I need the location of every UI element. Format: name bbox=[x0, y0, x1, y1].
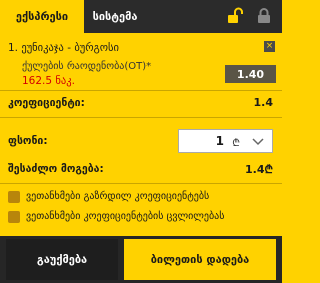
possible-win-value: 1.4₾ bbox=[245, 163, 273, 176]
stake-value[interactable]: 1 bbox=[216, 134, 224, 148]
chevron-down-icon[interactable] bbox=[252, 136, 264, 146]
lock-icon[interactable] bbox=[255, 7, 273, 25]
divider bbox=[0, 90, 282, 91]
currency-symbol: ₾ bbox=[232, 138, 240, 149]
close-icon[interactable]: × bbox=[264, 41, 275, 52]
stake-label: ფსონი: bbox=[8, 135, 48, 147]
betslip-header: ექსპრესი სისტემა bbox=[0, 0, 282, 33]
bet-selection: 1. ეუნიკაჯა - ბურგოსი ქულების რაოდენობა(… bbox=[0, 33, 282, 89]
selection-odds: 1.40 bbox=[225, 65, 276, 83]
market-name: ქულების რაოდენობა(OT)* bbox=[22, 61, 152, 72]
tab-express[interactable]: ექსპრესი bbox=[0, 0, 84, 33]
accept-higher-odds-checkbox[interactable] bbox=[8, 191, 20, 203]
unlock-icon[interactable] bbox=[226, 7, 244, 25]
accept-odds-changes-checkbox[interactable] bbox=[8, 211, 20, 223]
accept-odds-changes-label: ვეთანხმები კოეფიციენტების ცვლილებას bbox=[26, 211, 225, 222]
coefficient-value: 1.4 bbox=[253, 96, 274, 109]
divider bbox=[0, 117, 282, 118]
event-title: 1. ეუნიკაჯა - ბურგოსი bbox=[8, 42, 119, 54]
divider bbox=[0, 183, 282, 184]
tab-system[interactable]: სისტემა bbox=[84, 0, 146, 33]
cancel-button[interactable]: გაუქმება bbox=[6, 239, 118, 280]
place-bet-button[interactable]: ბილეთის დადება bbox=[124, 239, 276, 280]
stake-input[interactable]: 1 ₾ bbox=[178, 129, 273, 153]
possible-win-label: შესაძლო მოგება: bbox=[8, 163, 104, 175]
coefficient-label: კოეფიციენტი: bbox=[8, 97, 85, 109]
accept-higher-odds-label: ვეთანხმები გაზრდილ კოეფიციენტებს bbox=[26, 191, 210, 202]
market-line: 162.5 ნაკ. bbox=[22, 75, 75, 87]
